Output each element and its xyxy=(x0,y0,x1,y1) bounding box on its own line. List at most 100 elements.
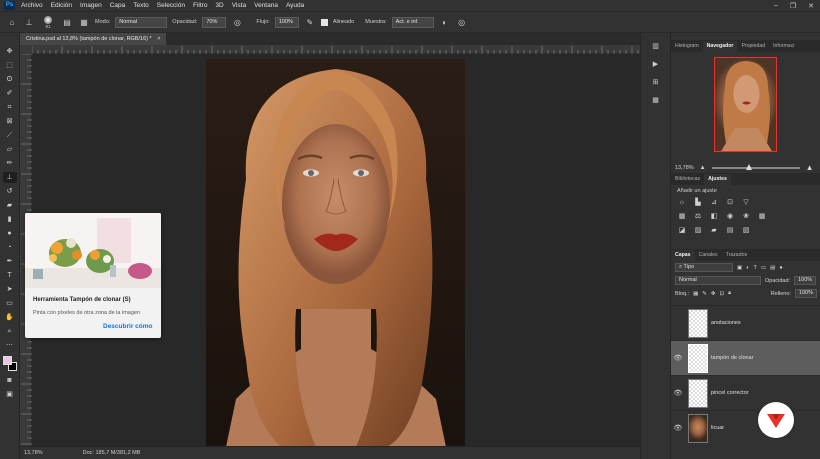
gradient-map-icon[interactable]: ▤ xyxy=(725,227,735,235)
filter-type-icon[interactable]: T xyxy=(754,265,757,271)
minimize-icon[interactable]: – xyxy=(774,2,778,10)
sample-select[interactable]: Act. e inf. xyxy=(391,16,434,28)
menu-filtro[interactable]: Filtro xyxy=(193,2,207,9)
document-tab-close-icon[interactable]: × xyxy=(157,36,160,42)
filter-toggle-icon[interactable]: ● xyxy=(779,265,782,271)
tab-histogram[interactable]: Histogram xyxy=(671,41,703,52)
mode-select[interactable]: Normal xyxy=(115,16,168,28)
navigator-zoom-slider[interactable] xyxy=(711,163,800,170)
tab-bibliotecas[interactable]: Bibliotecas xyxy=(671,174,704,185)
crop-tool-icon[interactable]: ⌗ xyxy=(3,102,17,113)
airbrush-icon[interactable]: ✎ xyxy=(304,16,316,28)
type-tool-icon[interactable]: T xyxy=(3,270,17,281)
blend-mode-select[interactable]: Normal xyxy=(675,276,761,285)
lasso-tool-icon[interactable]: ʘ xyxy=(3,74,17,85)
lock-artboard-icon[interactable]: ⊡ xyxy=(720,291,725,297)
horizontal-ruler[interactable] xyxy=(31,45,640,54)
zoom-tool-icon[interactable]: ⌕ xyxy=(3,326,17,337)
layer-name[interactable]: pincel corrector xyxy=(711,390,749,396)
menu-capa[interactable]: Capa xyxy=(110,2,126,9)
ignore-adjustment-icon[interactable]: ◐ xyxy=(439,16,451,28)
tab-propiedades[interactable]: Propiedad xyxy=(737,41,769,52)
filter-pixel-icon[interactable]: ▣ xyxy=(737,265,742,271)
layer-row[interactable]: anotaciones xyxy=(671,305,820,340)
history-brush-tool-icon[interactable]: ↺ xyxy=(3,186,17,197)
menu-edicion[interactable]: Edición xyxy=(51,2,72,9)
layer-row[interactable]: 👁︎ licuar xyxy=(671,410,820,445)
dodge-tool-icon[interactable]: ◔ xyxy=(3,242,17,253)
history-panel-icon[interactable]: ▥ xyxy=(649,41,663,52)
hue-saturation-icon[interactable]: ▦ xyxy=(677,213,687,221)
tab-navegador[interactable]: Navegador xyxy=(702,41,738,52)
layer-row[interactable]: 👁︎ pincel corrector xyxy=(671,375,820,410)
menu-ventana[interactable]: Ventana xyxy=(254,2,278,9)
layer-row-selected[interactable]: 👁︎ tampón de clonar xyxy=(671,340,820,375)
aligned-checkbox[interactable] xyxy=(320,18,328,26)
path-selection-tool-icon[interactable]: ➤ xyxy=(3,284,17,295)
menu-imagen[interactable]: Imagen xyxy=(80,2,102,9)
close-icon[interactable]: ✕ xyxy=(808,2,814,10)
document-image[interactable] xyxy=(206,59,465,447)
filter-shape-icon[interactable]: ▭ xyxy=(761,265,766,271)
color-lookup-icon[interactable]: ▦ xyxy=(757,213,767,221)
learn-how-link[interactable]: Descubrir cómo xyxy=(103,323,153,330)
filter-smart-icon[interactable]: ▤ xyxy=(770,265,775,271)
menu-seleccion[interactable]: Selección xyxy=(157,2,185,9)
clone-stamp-preset-icon[interactable]: ⊥ xyxy=(23,16,35,28)
photo-filter-icon[interactable]: ◉ xyxy=(725,213,735,221)
menu-vista[interactable]: Vista xyxy=(232,2,246,9)
selective-color-icon[interactable]: ▧ xyxy=(741,227,751,235)
clone-source-panel-icon[interactable]: ⊞ xyxy=(649,77,663,88)
threshold-icon[interactable]: ▰ xyxy=(709,227,719,235)
blur-tool-icon[interactable]: ● xyxy=(3,228,17,239)
quick-mask-icon[interactable]: ◙ xyxy=(3,375,17,386)
filter-adjustment-icon[interactable]: ◐ xyxy=(746,265,749,271)
pressure-size-icon[interactable]: ◎ xyxy=(456,16,468,28)
zoom-in-mountain-icon[interactable]: ▲ xyxy=(806,163,814,172)
foreground-color-swatch[interactable] xyxy=(2,356,12,365)
brush-settings-icon[interactable]: ▤ xyxy=(61,16,73,28)
lock-pixels-icon[interactable]: ▦ xyxy=(693,291,698,297)
posterize-icon[interactable]: ▨ xyxy=(693,227,703,235)
navigator-thumbnail[interactable] xyxy=(714,57,777,152)
status-doc-info[interactable]: Doc: 185,7 M/381,2 MB xyxy=(83,450,141,456)
restore-icon[interactable]: ❐ xyxy=(790,2,796,10)
eye-icon[interactable]: 👁︎ xyxy=(671,354,685,362)
layer-name[interactable]: licuar xyxy=(711,425,724,431)
layer-name[interactable]: anotaciones xyxy=(711,320,741,326)
shape-tool-icon[interactable]: ▭ xyxy=(3,298,17,309)
more-tools-icon[interactable]: ⋯ xyxy=(3,340,17,351)
tab-ajustes[interactable]: Ajustes xyxy=(704,174,731,185)
layer-filter-select[interactable]: ⌕ Tipo xyxy=(675,263,733,272)
layer-fill-field[interactable]: 100% xyxy=(794,289,817,298)
clone-source-icon[interactable]: ▦ xyxy=(78,16,90,28)
brush-preset-picker[interactable]: 81 xyxy=(40,15,56,29)
menu-3d[interactable]: 3D xyxy=(215,2,223,9)
opacity-field[interactable]: 70% xyxy=(202,16,227,28)
tab-trazados[interactable]: Trazados xyxy=(722,250,751,261)
channel-mixer-icon[interactable]: ❀ xyxy=(741,213,751,221)
tab-canales[interactable]: Canales xyxy=(695,250,722,261)
home-icon[interactable]: ⌂ xyxy=(6,16,18,28)
actions-panel-icon[interactable]: ▶ xyxy=(649,59,663,70)
lock-all-icon[interactable]: 🔒︎ xyxy=(728,290,731,297)
tab-informacion[interactable]: Informaci xyxy=(769,41,798,52)
eraser-tool-icon[interactable]: ▰ xyxy=(3,200,17,211)
lock-paint-icon[interactable]: ✎ xyxy=(702,291,707,297)
clone-stamp-tool-icon[interactable]: ⊥ xyxy=(2,172,17,183)
swatches-panel-icon[interactable]: ▦ xyxy=(649,95,663,106)
curves-icon[interactable]: ⊿ xyxy=(709,199,719,207)
eyedropper-tool-icon[interactable]: ⟋ xyxy=(3,130,17,141)
layer-name[interactable]: tampón de clonar xyxy=(711,355,754,361)
frame-tool-icon[interactable]: ⊠ xyxy=(3,116,17,127)
gradient-tool-icon[interactable]: ▮ xyxy=(3,214,17,225)
zoom-slider-handle[interactable] xyxy=(745,163,752,170)
hand-tool-icon[interactable]: ✋ xyxy=(3,312,17,323)
status-zoom[interactable]: 13,78% xyxy=(24,450,43,456)
screen-mode-icon[interactable]: ▣ xyxy=(3,389,17,400)
pressure-opacity-icon[interactable]: ◎ xyxy=(231,16,243,28)
menu-ayuda[interactable]: Ayuda xyxy=(286,2,304,9)
vibrance-icon[interactable]: ▽ xyxy=(741,199,751,207)
marquee-tool-icon[interactable]: ⬚ xyxy=(3,60,17,71)
black-white-icon[interactable]: ◧ xyxy=(709,213,719,221)
